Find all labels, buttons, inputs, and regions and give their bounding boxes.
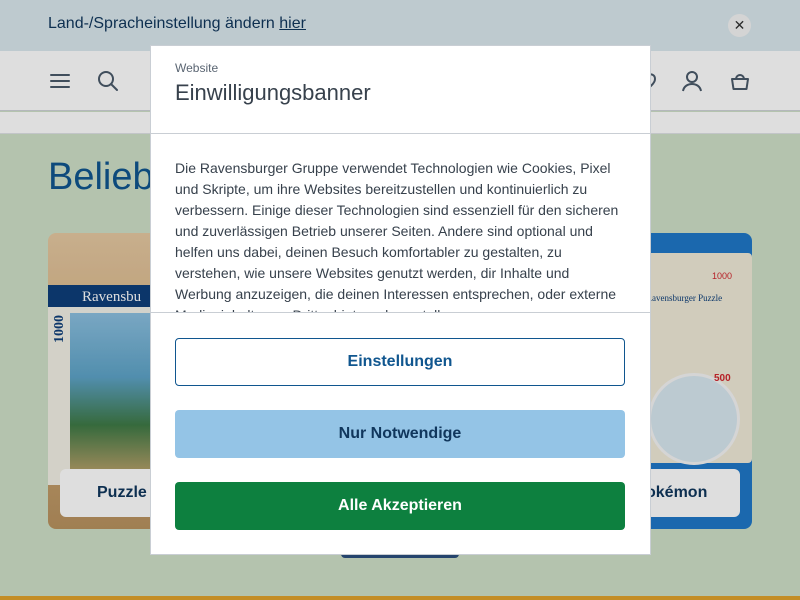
modal-divider xyxy=(151,312,650,313)
necessary-only-button[interactable]: Nur Notwendige xyxy=(175,410,625,458)
modal-subtitle: Website xyxy=(175,61,219,75)
modal-body-text: Die Ravensburger Gruppe verwendet Techno… xyxy=(175,160,619,313)
modal-body[interactable]: Die Ravensburger Gruppe verwendet Techno… xyxy=(151,135,650,313)
modal-title: Einwilligungsbanner xyxy=(175,80,371,105)
consent-modal: Website Einwilligungsbanner Die Ravensbu… xyxy=(151,46,650,554)
settings-button[interactable]: Einstellungen xyxy=(175,338,625,386)
modal-header: Website Einwilligungsbanner xyxy=(151,46,650,134)
accept-all-button[interactable]: Alle Akzeptieren xyxy=(175,482,625,530)
